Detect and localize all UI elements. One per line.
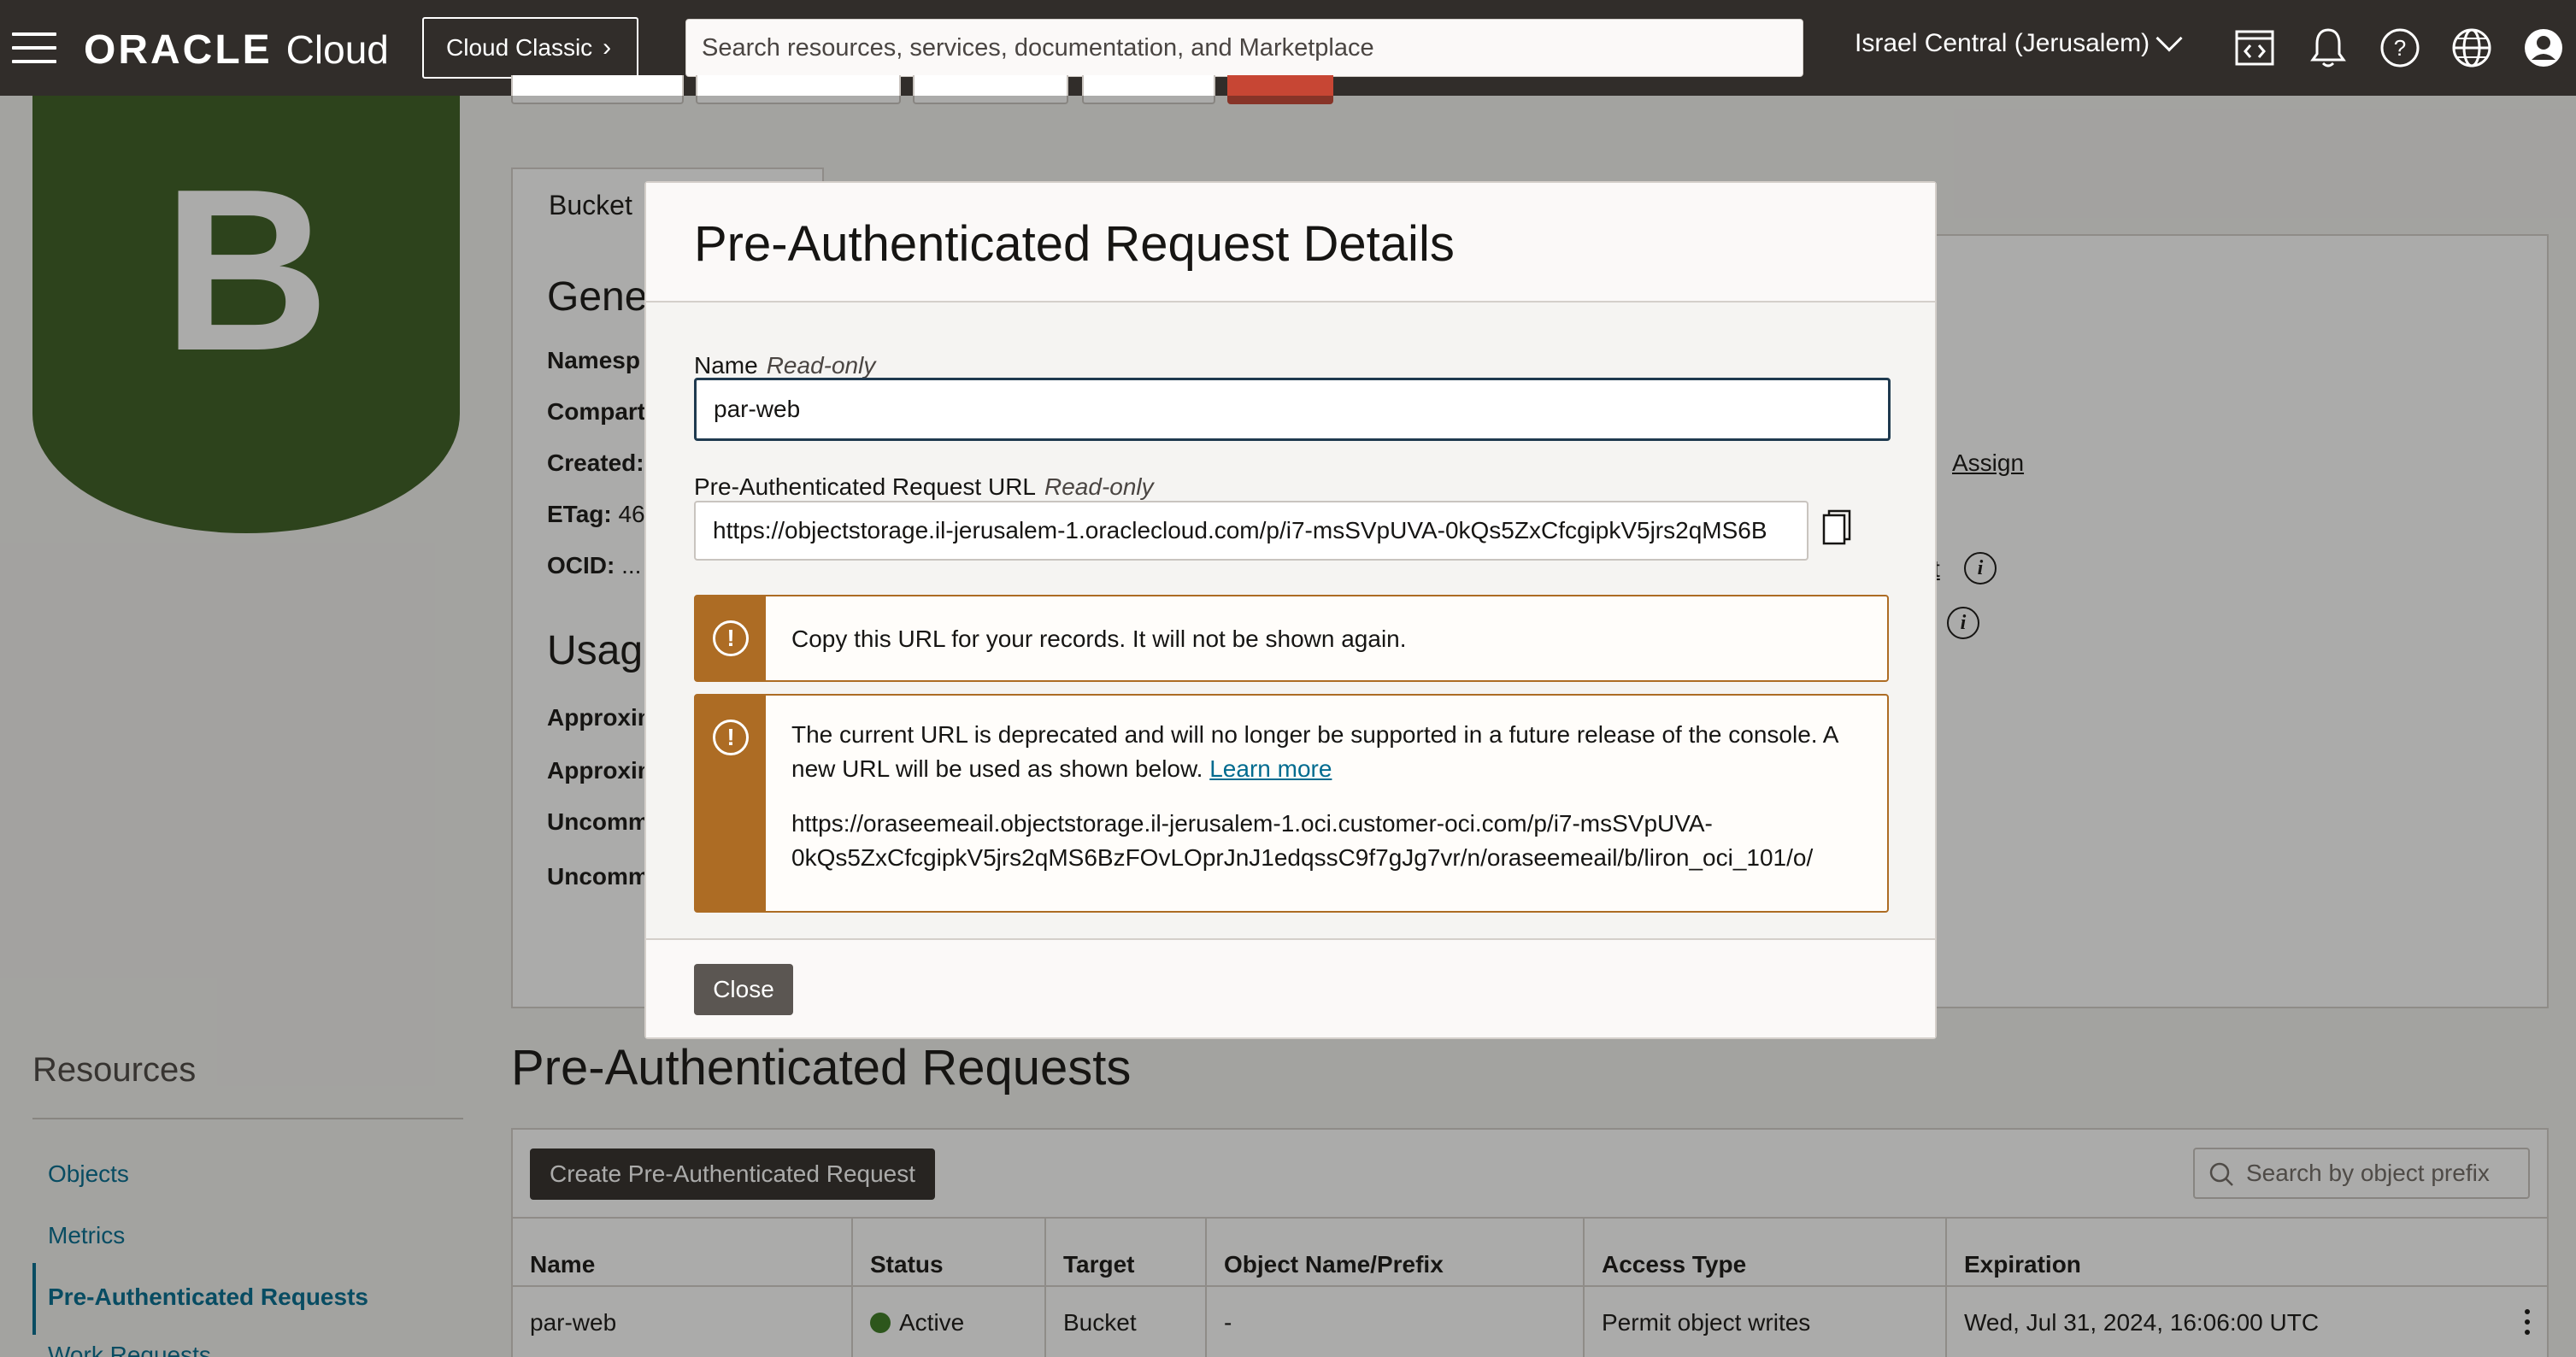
name-readonly-field[interactable]: par-web (694, 378, 1891, 441)
new-url-line-2: 0kQs5ZxCfcgipkV5jrs2qMS6BzFOvLOprJnJ1edq… (791, 844, 1814, 871)
bell-icon[interactable] (2306, 26, 2350, 70)
label-text: Name (694, 352, 758, 379)
par-url-readonly-field[interactable]: https://objectstorage.il-jerusalem-1.ora… (694, 501, 1808, 561)
region-label: Israel Central (Jerusalem) (1855, 29, 2150, 57)
url-field-label: Pre-Authenticated Request URL Read-only (694, 473, 1154, 501)
cloud-classic-button[interactable]: Cloud Classic › (422, 17, 638, 79)
par-details-dialog: Pre-Authenticated Request Details Name Re… (644, 181, 1937, 1039)
brand-oracle: ORACLE (84, 26, 273, 73)
hamburger-menu-icon[interactable] (12, 32, 56, 63)
deprecation-line-1: The current URL is deprecated and will n… (791, 721, 1839, 748)
exclamation-icon: ! (713, 620, 749, 656)
deprecation-line-2: new URL will be used as shown below. Lea… (791, 752, 1838, 786)
learn-more-link[interactable]: Learn more (1209, 755, 1332, 782)
close-button[interactable]: Close (694, 964, 793, 1015)
profile-icon[interactable] (2521, 26, 2566, 70)
new-url-line-1: https://oraseemeail.objectstorage.il-jer… (791, 810, 1713, 837)
chevron-right-icon: › (603, 33, 612, 62)
label-text: Pre-Authenticated Request URL (694, 473, 1036, 500)
cloud-classic-label: Cloud Classic (446, 34, 593, 61)
dialog-body: Name Read-only par-web Pre-Authenticated … (646, 303, 1935, 950)
copy-url-warning: ! Copy this URL for your records. It wil… (694, 595, 1889, 682)
help-icon[interactable]: ? (2378, 26, 2422, 70)
readonly-tag: Read-only (766, 352, 876, 379)
dialog-footer (646, 938, 1935, 1037)
svg-text:?: ? (2394, 35, 2406, 61)
globe-icon[interactable] (2450, 26, 2494, 70)
name-field-label: Name Read-only (694, 352, 875, 379)
exclamation-icon: ! (713, 720, 749, 755)
deprecation-line-2-text: new URL will be used as shown below. (791, 755, 1203, 782)
region-selector[interactable]: Israel Central (Jerusalem) (1855, 25, 2183, 58)
chevron-down-icon (2155, 25, 2183, 52)
deprecated-url-warning: ! The current URL is deprecated and will… (694, 694, 1889, 913)
oracle-cloud-logo[interactable]: ORACLE Cloud (84, 26, 389, 73)
dialog-title: Pre-Authenticated Request Details (694, 216, 1455, 272)
brand-cloud: Cloud (285, 27, 389, 72)
global-search-input[interactable]: Search resources, services, documentatio… (685, 19, 1803, 77)
dialog-header: Pre-Authenticated Request Details (646, 183, 1935, 303)
code-editor-icon[interactable] (2232, 26, 2277, 70)
readonly-tag: Read-only (1044, 473, 1154, 500)
deprecation-text: The current URL is deprecated and will n… (791, 718, 1838, 875)
copy-icon[interactable] (1822, 509, 1851, 545)
warning-text: Copy this URL for your records. It will … (791, 626, 1407, 652)
